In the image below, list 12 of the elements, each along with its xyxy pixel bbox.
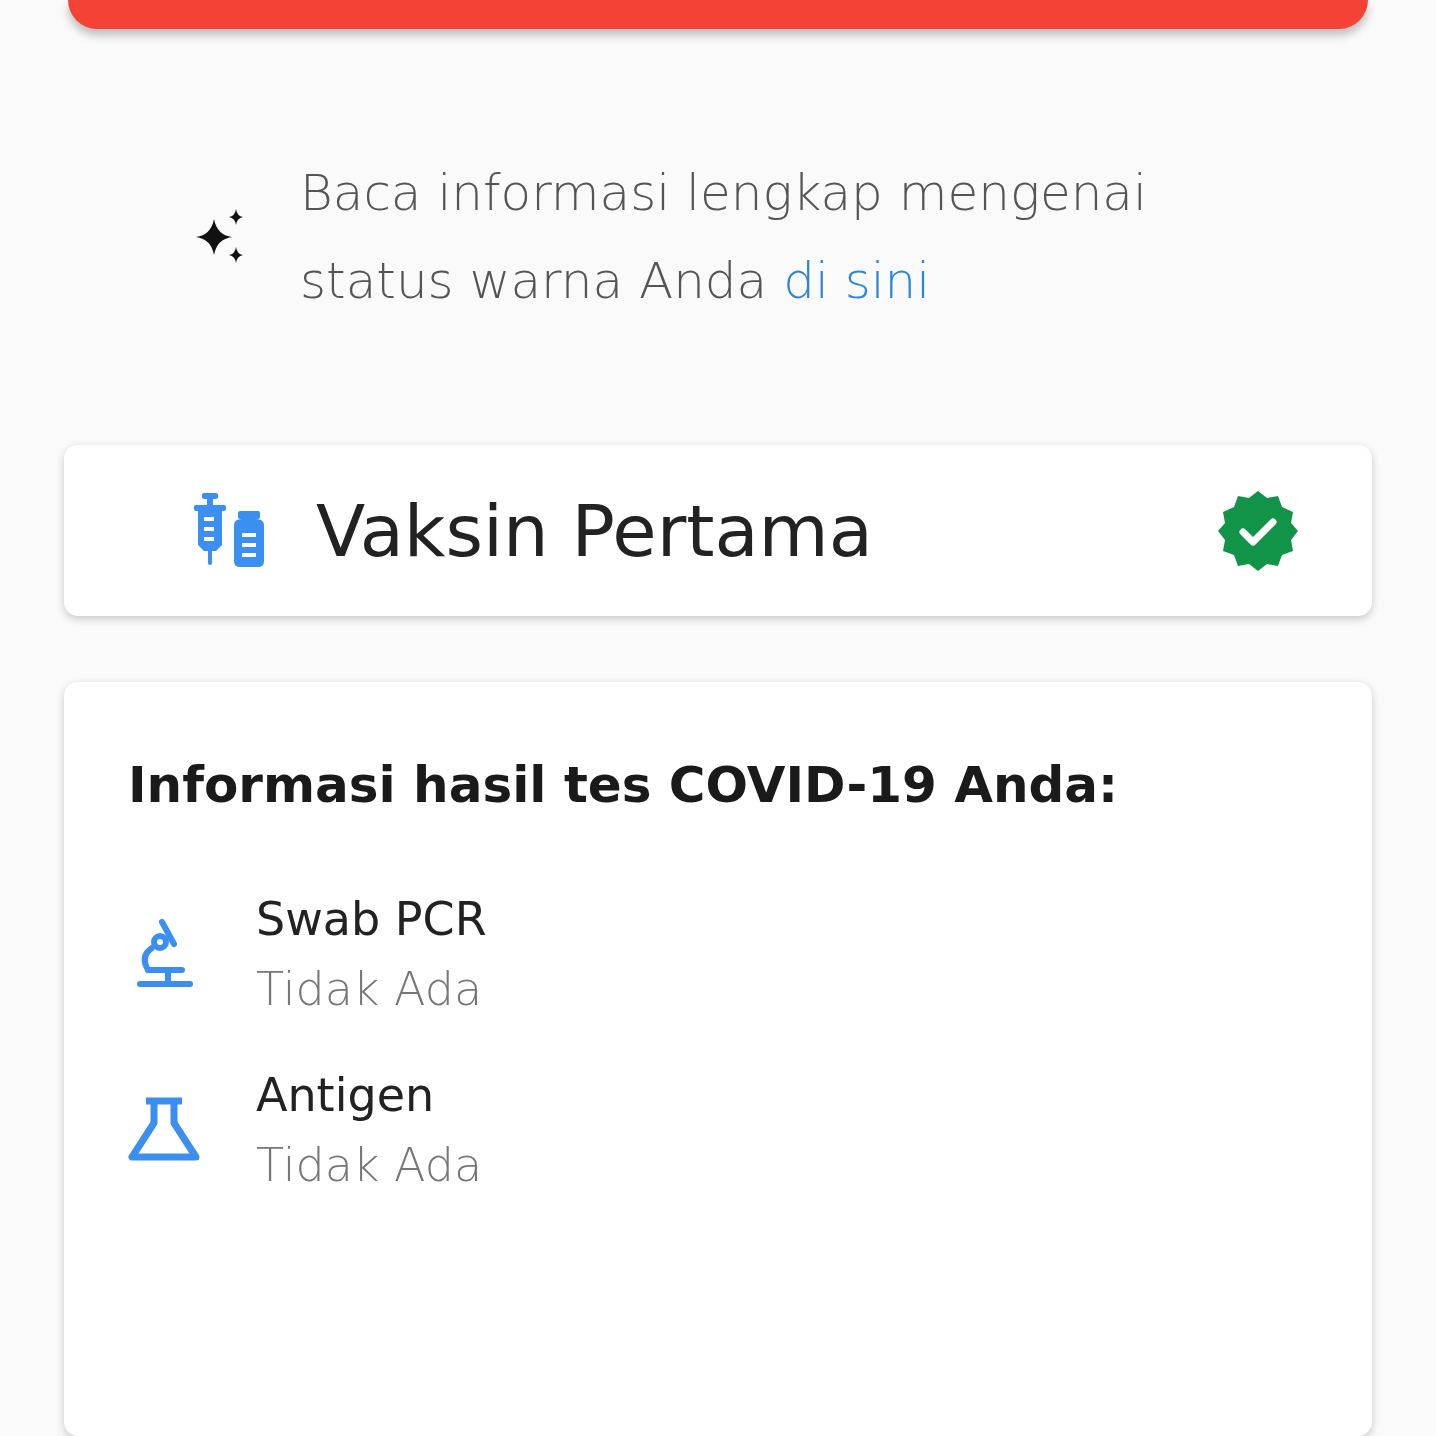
verified-badge-icon bbox=[1216, 488, 1300, 573]
test-name: Antigen bbox=[256, 1067, 436, 1124]
card-title: Informasi hasil tes COVID-19 Anda: bbox=[128, 756, 1119, 814]
test-result: Tidak Ada bbox=[256, 1137, 483, 1194]
syringe-and-vial-icon bbox=[194, 492, 266, 569]
vaccine-title: Vaksin Pertama bbox=[316, 488, 874, 573]
test-result: Tidak Ada bbox=[256, 961, 484, 1018]
microscope-icon bbox=[134, 918, 194, 990]
here-link[interactable]: di sini bbox=[783, 252, 931, 311]
flask-icon bbox=[128, 1097, 200, 1163]
test-name: Swab PCR bbox=[256, 891, 487, 948]
info-text: Baca informasi lengkap mengenai status warna Anda di sini bbox=[300, 163, 1148, 313]
